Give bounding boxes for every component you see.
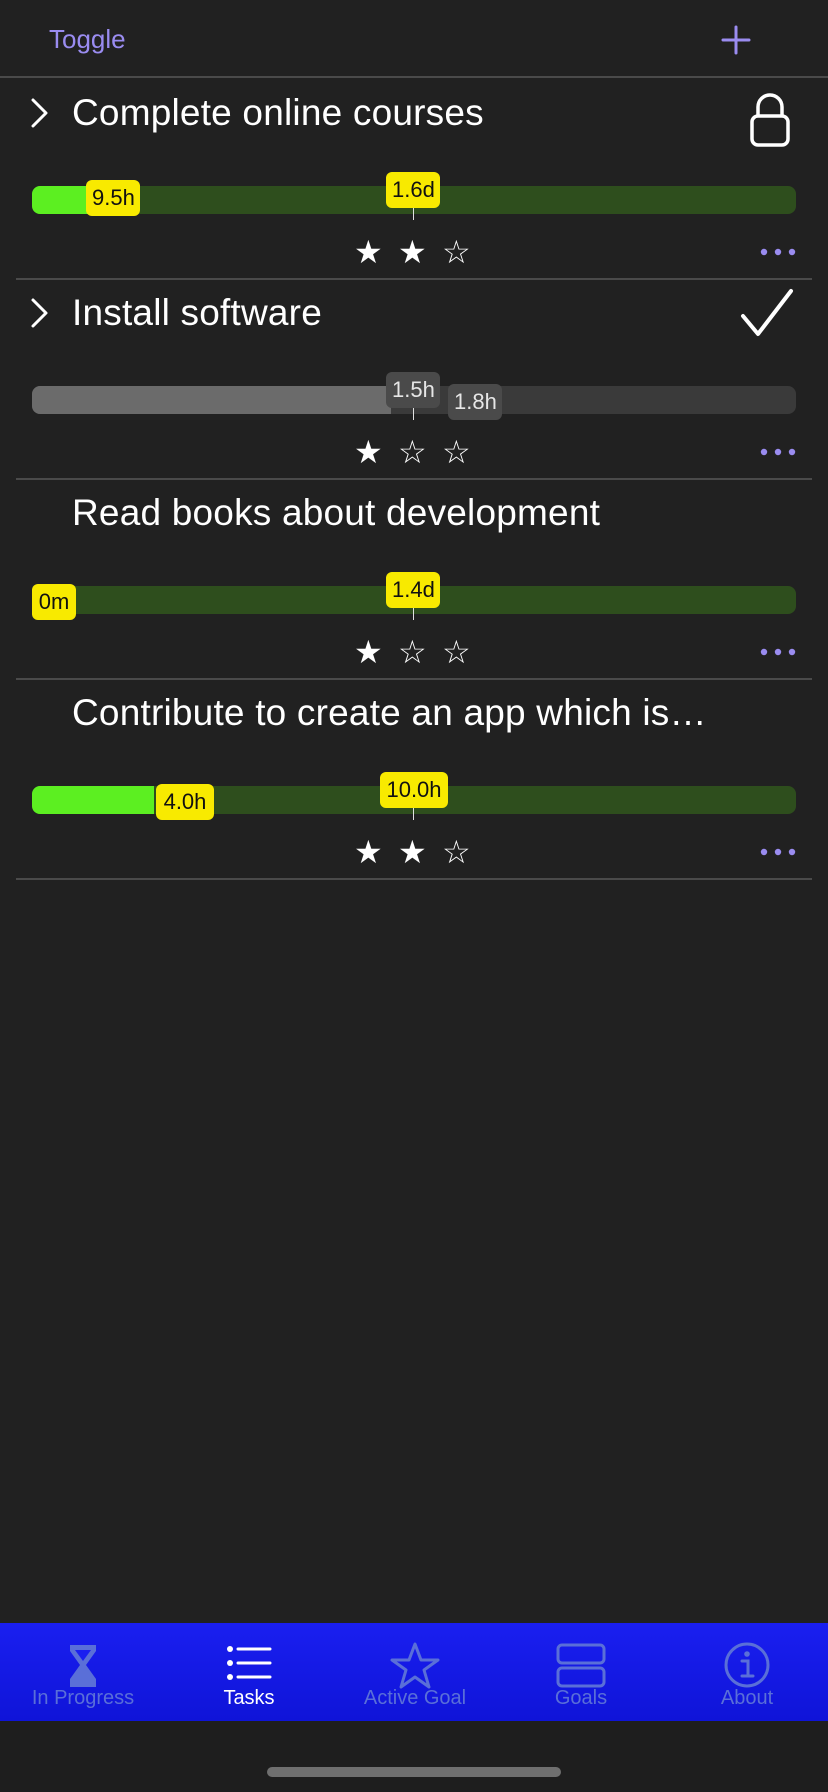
star-empty-icon[interactable]: ☆ <box>442 432 471 472</box>
star-filled-icon[interactable]: ★ <box>398 232 427 272</box>
info-icon <box>724 1642 770 1688</box>
star-filled-icon[interactable]: ★ <box>354 632 383 672</box>
target-time-tag: 10.0h <box>380 772 448 808</box>
star-filled-icon[interactable]: ★ <box>398 832 427 872</box>
hourglass-icon <box>70 1645 96 1687</box>
task-row[interactable]: Complete online courses 9.5h 1.6d ★ ★ ☆ <box>16 80 812 280</box>
task-row[interactable]: Install software 1.5h 1.8h ★ ☆ ☆ <box>16 280 812 480</box>
tab-label: Active Goal <box>363 1687 467 1709</box>
tab-goals[interactable]: Goals <box>498 1623 664 1721</box>
task-title: Read books about development <box>72 492 601 533</box>
tab-in-progress[interactable]: In Progress <box>0 1623 166 1721</box>
stack-icon <box>556 1643 606 1688</box>
lock-icon <box>750 93 790 147</box>
star-icon <box>390 1642 440 1689</box>
elapsed-time-tag: 4.0h <box>156 784 214 820</box>
task-title: Install software <box>72 292 322 333</box>
task-row[interactable]: Contribute to create an app which is… 4.… <box>16 680 812 880</box>
tab-label: In Progress <box>31 1687 135 1709</box>
more-icon[interactable] <box>758 432 798 472</box>
tab-active-goal[interactable]: Active Goal <box>332 1623 498 1721</box>
task-title: Contribute to create an app which is… <box>72 692 707 733</box>
progress-fill <box>32 386 392 414</box>
more-icon[interactable] <box>758 632 798 672</box>
more-icon[interactable] <box>758 832 798 872</box>
star-empty-icon[interactable]: ☆ <box>442 632 471 672</box>
tab-label: Goals <box>554 1687 608 1709</box>
task-title: Complete online courses <box>72 92 484 133</box>
rating-stars: ★ ★ ☆ <box>354 832 490 872</box>
chevron-right-icon[interactable] <box>28 96 52 130</box>
tab-label: Tasks <box>223 1687 275 1709</box>
star-empty-icon[interactable]: ☆ <box>442 232 471 272</box>
rating-stars: ★ ☆ ☆ <box>354 432 490 472</box>
target-time-tag: 1.6d <box>386 172 440 208</box>
rating-stars: ★ ★ ☆ <box>354 232 490 272</box>
elapsed-time-tag: 9.5h <box>86 180 140 216</box>
star-empty-icon[interactable]: ☆ <box>398 632 427 672</box>
task-row[interactable]: Read books about development 0m 1.4d ★ ☆ ☆ <box>16 480 812 680</box>
checkmark-icon <box>741 289 793 336</box>
star-filled-icon[interactable]: ★ <box>354 432 383 472</box>
elapsed-time-tag: 1.8h <box>448 384 502 420</box>
progress-fill <box>32 786 155 814</box>
home-indicator[interactable] <box>267 1767 561 1777</box>
plus-icon[interactable] <box>720 24 752 56</box>
toggle-button[interactable]: Toggle <box>49 24 126 55</box>
tab-tasks[interactable]: Tasks <box>166 1623 332 1721</box>
star-filled-icon[interactable]: ★ <box>354 832 383 872</box>
chevron-right-icon[interactable] <box>28 296 52 330</box>
list-icon <box>227 1646 272 1680</box>
star-empty-icon[interactable]: ☆ <box>442 832 471 872</box>
more-icon[interactable] <box>758 232 798 272</box>
bottom-safe-area <box>0 1721 828 1792</box>
tab-about[interactable]: About <box>664 1623 828 1721</box>
target-time-tag: 1.4d <box>386 572 440 608</box>
star-empty-icon[interactable]: ☆ <box>398 432 427 472</box>
star-filled-icon[interactable]: ★ <box>354 232 383 272</box>
navigation-bar: Toggle <box>0 0 828 78</box>
elapsed-time-tag: 0m <box>32 584 76 620</box>
tab-bar: In Progress Tasks Active Goal Goals Abou… <box>0 1623 828 1721</box>
rating-stars: ★ ☆ ☆ <box>354 632 490 672</box>
target-time-tag: 1.5h <box>386 372 440 408</box>
tab-label: About <box>720 1687 774 1709</box>
